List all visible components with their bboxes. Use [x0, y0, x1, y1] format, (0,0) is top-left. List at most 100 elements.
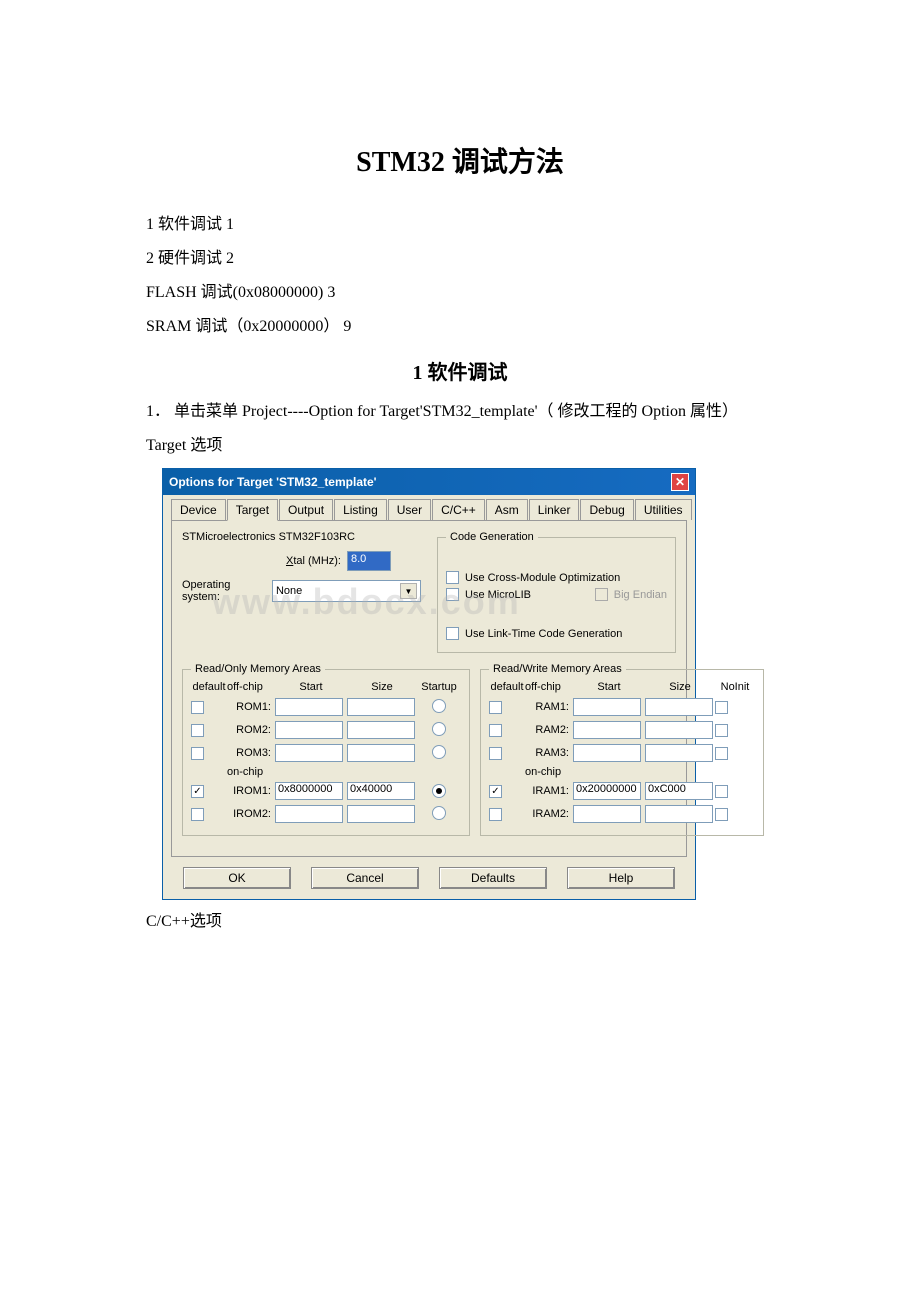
irom2-row: IROM2:	[191, 804, 461, 824]
hdr-size-r: Size	[645, 681, 715, 693]
rom1-row: ROM1:	[191, 697, 461, 717]
device-name: STMicroelectronics STM32F103RC	[182, 531, 421, 543]
chk-iram1-noinit[interactable]	[715, 785, 728, 798]
hdr-start: Start	[275, 681, 347, 693]
tab-debug[interactable]: Debug	[580, 499, 633, 520]
tab-utilities[interactable]: Utilities	[635, 499, 692, 520]
help-button[interactable]: Help	[567, 867, 675, 889]
iram2-row: IRAM2:	[489, 804, 755, 824]
chk-iram2-noinit[interactable]	[715, 808, 728, 821]
os-value: None	[276, 585, 302, 597]
ram2-row: RAM2:	[489, 720, 755, 740]
dropdown-icon: ▼	[400, 583, 417, 599]
chk-ram3[interactable]	[489, 747, 502, 760]
iram1-start[interactable]: 0x20000000	[573, 782, 641, 800]
dialog-title: Options for Target 'STM32_template'	[169, 475, 377, 489]
radio-rom1[interactable]	[432, 699, 446, 713]
ram2-start[interactable]	[573, 721, 641, 739]
radio-rom3[interactable]	[432, 745, 446, 759]
tab-ccpp[interactable]: C/C++	[432, 499, 485, 520]
tab-listing[interactable]: Listing	[334, 499, 387, 520]
rom1-size[interactable]	[347, 698, 415, 716]
lbl-rom1: ROM1:	[227, 701, 275, 713]
irom2-size[interactable]	[347, 805, 415, 823]
close-button[interactable]: ✕	[671, 473, 689, 491]
section1-heading: 1 软件调试	[100, 356, 820, 385]
cancel-button[interactable]: Cancel	[311, 867, 419, 889]
irom1-start[interactable]: 0x8000000	[275, 782, 343, 800]
rom-fieldset: Read/Only Memory Areas default off-chip …	[182, 663, 470, 836]
hdr-offchip: off-chip	[227, 681, 275, 693]
chk-ram3-noinit[interactable]	[715, 747, 728, 760]
ram3-size[interactable]	[645, 744, 713, 762]
close-icon: ✕	[675, 475, 685, 489]
defaults-button[interactable]: Defaults	[439, 867, 547, 889]
rom3-size[interactable]	[347, 744, 415, 762]
ram2-size[interactable]	[645, 721, 713, 739]
irom2-start[interactable]	[275, 805, 343, 823]
tab-output[interactable]: Output	[279, 499, 333, 520]
tab-target[interactable]: Target	[227, 499, 278, 521]
ram1-start[interactable]	[573, 698, 641, 716]
lbl-microlib: Use MicroLIB	[465, 589, 531, 601]
ram1-size[interactable]	[645, 698, 713, 716]
toc-item-2: 2 硬件调试 2	[100, 244, 820, 268]
chk-irom2[interactable]	[191, 808, 204, 821]
chk-ram1-noinit[interactable]	[715, 701, 728, 714]
ram3-row: RAM3:	[489, 743, 755, 763]
doc-title: STM32 调试方法	[100, 140, 820, 180]
ram-legend: Read/Write Memory Areas	[489, 663, 626, 675]
os-select[interactable]: None ▼	[272, 580, 421, 602]
hdr-startup: Startup	[417, 681, 461, 693]
chk-iram2[interactable]	[489, 808, 502, 821]
options-dialog: Options for Target 'STM32_template' ✕ De…	[162, 468, 696, 900]
chk-iram1[interactable]	[489, 785, 502, 798]
hdr-default: default	[191, 681, 227, 693]
hdr-default-r: default	[489, 681, 525, 693]
hdr-offchip-r: off-chip	[525, 681, 573, 693]
chk-rom2[interactable]	[191, 724, 204, 737]
tab-user[interactable]: User	[388, 499, 431, 520]
chk-irom1[interactable]	[191, 785, 204, 798]
radio-rom2[interactable]	[432, 722, 446, 736]
radio-irom2[interactable]	[432, 806, 446, 820]
lbl-ram3: RAM3:	[525, 747, 573, 759]
iram1-row: IRAM1: 0x20000000 0xC000	[489, 781, 755, 801]
rom1-start[interactable]	[275, 698, 343, 716]
tab-linker[interactable]: Linker	[529, 499, 580, 520]
iram1-size[interactable]: 0xC000	[645, 782, 713, 800]
rom3-start[interactable]	[275, 744, 343, 762]
lbl-rom2: ROM2:	[227, 724, 275, 736]
chk-ram2-noinit[interactable]	[715, 724, 728, 737]
lbl-irom2: IROM2:	[227, 808, 275, 820]
xtal-input[interactable]: 8.0	[347, 551, 391, 571]
chk-linktime[interactable]	[446, 627, 459, 640]
ram-fieldset: Read/Write Memory Areas default off-chip…	[480, 663, 764, 836]
target-option-label: Target 选项	[100, 434, 820, 458]
iram2-start[interactable]	[573, 805, 641, 823]
chk-ram2[interactable]	[489, 724, 502, 737]
tab-asm[interactable]: Asm	[486, 499, 528, 520]
lbl-rom3: ROM3:	[227, 747, 275, 759]
irom1-size[interactable]: 0x40000	[347, 782, 415, 800]
ram3-start[interactable]	[573, 744, 641, 762]
rom3-row: ROM3:	[191, 743, 461, 763]
lbl-ram1: RAM1:	[525, 701, 573, 713]
rom2-size[interactable]	[347, 721, 415, 739]
iram2-size[interactable]	[645, 805, 713, 823]
chk-rom3[interactable]	[191, 747, 204, 760]
lbl-cross-module: Use Cross-Module Optimization	[465, 572, 620, 584]
tab-device[interactable]: Device	[171, 499, 226, 520]
hdr-noinit: NoInit	[715, 681, 755, 693]
chk-rom1[interactable]	[191, 701, 204, 714]
rom-legend: Read/Only Memory Areas	[191, 663, 325, 675]
xtal-label: Xtal (MHz):	[286, 555, 341, 567]
chk-microlib[interactable]	[446, 588, 459, 601]
chk-ram1[interactable]	[489, 701, 502, 714]
lbl-ram2: RAM2:	[525, 724, 573, 736]
radio-irom1[interactable]	[432, 784, 446, 798]
chk-cross-module[interactable]	[446, 571, 459, 584]
ok-button[interactable]: OK	[183, 867, 291, 889]
lbl-linktime: Use Link-Time Code Generation	[465, 628, 622, 640]
rom2-start[interactable]	[275, 721, 343, 739]
